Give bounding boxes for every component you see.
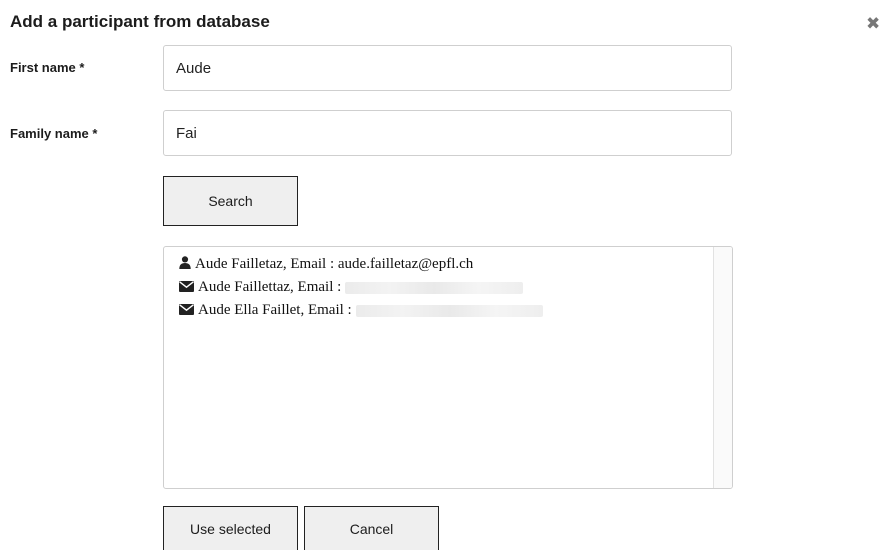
family-name-field[interactable] [163, 110, 732, 156]
use-selected-button[interactable]: Use selected [163, 506, 298, 550]
user-icon [179, 256, 191, 269]
result-item[interactable]: Aude Ella Faillet, Email : [179, 301, 543, 319]
cancel-button[interactable]: Cancel [304, 506, 439, 550]
result-item-text: Aude Failletaz, Email : aude.failletaz@e… [195, 256, 474, 272]
search-button[interactable]: Search [163, 176, 298, 226]
envelope-icon [179, 304, 194, 315]
redacted-email [345, 281, 524, 294]
close-icon[interactable]: ✖ [866, 15, 880, 32]
first-name-field[interactable] [163, 45, 732, 91]
result-item[interactable]: Aude Faillettaz, Email : [179, 278, 524, 296]
result-item-text: Aude Faillettaz, Email : [198, 279, 342, 295]
dialog-title: Add a participant from database [10, 12, 270, 31]
results-listbox[interactable]: Aude Failletaz, Email : aude.failletaz@e… [163, 246, 733, 489]
result-item-text: Aude Ella Faillet, Email : [198, 302, 352, 318]
redacted-email [355, 304, 543, 317]
listbox-scrollbar[interactable] [713, 247, 732, 488]
result-item[interactable]: Aude Failletaz, Email : aude.failletaz@e… [179, 255, 473, 273]
family-name-label: Family name * [10, 126, 98, 141]
envelope-icon [179, 281, 194, 292]
first-name-label: First name * [10, 60, 85, 75]
